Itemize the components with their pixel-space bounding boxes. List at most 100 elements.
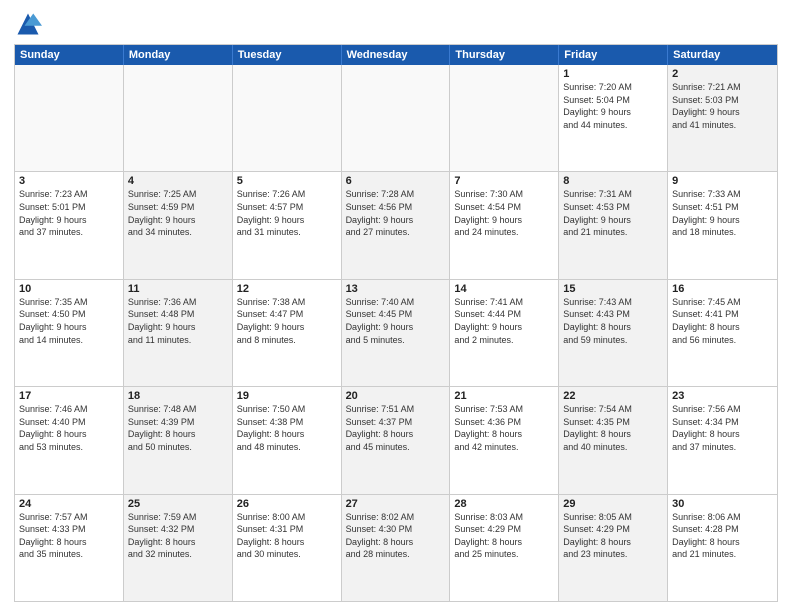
day-number: 4 (128, 175, 228, 187)
day-number: 7 (454, 175, 554, 187)
calendar-cell: 9Sunrise: 7:33 AM Sunset: 4:51 PM Daylig… (668, 172, 777, 278)
day-number: 20 (346, 390, 446, 402)
calendar-cell: 2Sunrise: 7:21 AM Sunset: 5:03 PM Daylig… (668, 65, 777, 171)
calendar-cell: 18Sunrise: 7:48 AM Sunset: 4:39 PM Dayli… (124, 387, 233, 493)
day-info: Sunrise: 7:23 AM Sunset: 5:01 PM Dayligh… (19, 188, 119, 238)
day-number: 15 (563, 283, 663, 295)
day-number: 26 (237, 498, 337, 510)
day-info: Sunrise: 7:45 AM Sunset: 4:41 PM Dayligh… (672, 296, 773, 346)
day-info: Sunrise: 8:05 AM Sunset: 4:29 PM Dayligh… (563, 511, 663, 561)
day-info: Sunrise: 8:06 AM Sunset: 4:28 PM Dayligh… (672, 511, 773, 561)
calendar-cell: 6Sunrise: 7:28 AM Sunset: 4:56 PM Daylig… (342, 172, 451, 278)
calendar-cell (450, 65, 559, 171)
calendar-cell: 5Sunrise: 7:26 AM Sunset: 4:57 PM Daylig… (233, 172, 342, 278)
day-info: Sunrise: 7:41 AM Sunset: 4:44 PM Dayligh… (454, 296, 554, 346)
day-number: 18 (128, 390, 228, 402)
day-info: Sunrise: 7:51 AM Sunset: 4:37 PM Dayligh… (346, 403, 446, 453)
calendar-cell (233, 65, 342, 171)
day-number: 12 (237, 283, 337, 295)
day-info: Sunrise: 7:36 AM Sunset: 4:48 PM Dayligh… (128, 296, 228, 346)
logo (14, 10, 46, 38)
calendar-cell: 25Sunrise: 7:59 AM Sunset: 4:32 PM Dayli… (124, 495, 233, 601)
day-info: Sunrise: 7:56 AM Sunset: 4:34 PM Dayligh… (672, 403, 773, 453)
calendar-cell: 17Sunrise: 7:46 AM Sunset: 4:40 PM Dayli… (15, 387, 124, 493)
calendar-cell (124, 65, 233, 171)
weekday-header: Wednesday (342, 45, 451, 65)
day-number: 1 (563, 68, 663, 80)
calendar-cell: 27Sunrise: 8:02 AM Sunset: 4:30 PM Dayli… (342, 495, 451, 601)
day-number: 24 (19, 498, 119, 510)
day-info: Sunrise: 7:59 AM Sunset: 4:32 PM Dayligh… (128, 511, 228, 561)
day-number: 14 (454, 283, 554, 295)
day-number: 25 (128, 498, 228, 510)
calendar-row: 1Sunrise: 7:20 AM Sunset: 5:04 PM Daylig… (15, 65, 777, 172)
weekday-header: Tuesday (233, 45, 342, 65)
calendar-cell: 24Sunrise: 7:57 AM Sunset: 4:33 PM Dayli… (15, 495, 124, 601)
calendar-cell: 8Sunrise: 7:31 AM Sunset: 4:53 PM Daylig… (559, 172, 668, 278)
day-number: 2 (672, 68, 773, 80)
calendar-cell: 13Sunrise: 7:40 AM Sunset: 4:45 PM Dayli… (342, 280, 451, 386)
calendar-cell: 16Sunrise: 7:45 AM Sunset: 4:41 PM Dayli… (668, 280, 777, 386)
day-number: 30 (672, 498, 773, 510)
day-info: Sunrise: 8:00 AM Sunset: 4:31 PM Dayligh… (237, 511, 337, 561)
day-info: Sunrise: 7:57 AM Sunset: 4:33 PM Dayligh… (19, 511, 119, 561)
day-info: Sunrise: 7:40 AM Sunset: 4:45 PM Dayligh… (346, 296, 446, 346)
calendar-cell: 19Sunrise: 7:50 AM Sunset: 4:38 PM Dayli… (233, 387, 342, 493)
weekday-header: Friday (559, 45, 668, 65)
calendar-cell: 14Sunrise: 7:41 AM Sunset: 4:44 PM Dayli… (450, 280, 559, 386)
calendar-cell: 4Sunrise: 7:25 AM Sunset: 4:59 PM Daylig… (124, 172, 233, 278)
calendar-cell: 11Sunrise: 7:36 AM Sunset: 4:48 PM Dayli… (124, 280, 233, 386)
calendar-cell (342, 65, 451, 171)
calendar-body: 1Sunrise: 7:20 AM Sunset: 5:04 PM Daylig… (15, 65, 777, 601)
weekday-header: Sunday (15, 45, 124, 65)
day-info: Sunrise: 7:26 AM Sunset: 4:57 PM Dayligh… (237, 188, 337, 238)
day-info: Sunrise: 7:53 AM Sunset: 4:36 PM Dayligh… (454, 403, 554, 453)
day-number: 21 (454, 390, 554, 402)
day-number: 5 (237, 175, 337, 187)
calendar-cell: 12Sunrise: 7:38 AM Sunset: 4:47 PM Dayli… (233, 280, 342, 386)
day-info: Sunrise: 7:21 AM Sunset: 5:03 PM Dayligh… (672, 81, 773, 131)
day-info: Sunrise: 7:48 AM Sunset: 4:39 PM Dayligh… (128, 403, 228, 453)
page-header (14, 10, 778, 38)
day-info: Sunrise: 7:50 AM Sunset: 4:38 PM Dayligh… (237, 403, 337, 453)
calendar-header: SundayMondayTuesdayWednesdayThursdayFrid… (15, 45, 777, 65)
day-info: Sunrise: 8:02 AM Sunset: 4:30 PM Dayligh… (346, 511, 446, 561)
day-info: Sunrise: 7:20 AM Sunset: 5:04 PM Dayligh… (563, 81, 663, 131)
day-number: 28 (454, 498, 554, 510)
calendar-cell: 15Sunrise: 7:43 AM Sunset: 4:43 PM Dayli… (559, 280, 668, 386)
day-info: Sunrise: 7:38 AM Sunset: 4:47 PM Dayligh… (237, 296, 337, 346)
day-number: 13 (346, 283, 446, 295)
day-info: Sunrise: 7:31 AM Sunset: 4:53 PM Dayligh… (563, 188, 663, 238)
day-number: 9 (672, 175, 773, 187)
calendar-row: 17Sunrise: 7:46 AM Sunset: 4:40 PM Dayli… (15, 387, 777, 494)
calendar-cell: 7Sunrise: 7:30 AM Sunset: 4:54 PM Daylig… (450, 172, 559, 278)
calendar-cell: 28Sunrise: 8:03 AM Sunset: 4:29 PM Dayli… (450, 495, 559, 601)
day-number: 29 (563, 498, 663, 510)
calendar-cell: 22Sunrise: 7:54 AM Sunset: 4:35 PM Dayli… (559, 387, 668, 493)
day-number: 27 (346, 498, 446, 510)
day-number: 23 (672, 390, 773, 402)
day-info: Sunrise: 7:35 AM Sunset: 4:50 PM Dayligh… (19, 296, 119, 346)
calendar-cell: 30Sunrise: 8:06 AM Sunset: 4:28 PM Dayli… (668, 495, 777, 601)
calendar: SundayMondayTuesdayWednesdayThursdayFrid… (14, 44, 778, 602)
day-number: 6 (346, 175, 446, 187)
day-info: Sunrise: 7:43 AM Sunset: 4:43 PM Dayligh… (563, 296, 663, 346)
calendar-cell: 26Sunrise: 8:00 AM Sunset: 4:31 PM Dayli… (233, 495, 342, 601)
day-number: 22 (563, 390, 663, 402)
calendar-cell: 3Sunrise: 7:23 AM Sunset: 5:01 PM Daylig… (15, 172, 124, 278)
weekday-header: Monday (124, 45, 233, 65)
day-number: 17 (19, 390, 119, 402)
calendar-cell: 10Sunrise: 7:35 AM Sunset: 4:50 PM Dayli… (15, 280, 124, 386)
day-info: Sunrise: 7:25 AM Sunset: 4:59 PM Dayligh… (128, 188, 228, 238)
weekday-header: Thursday (450, 45, 559, 65)
calendar-cell: 29Sunrise: 8:05 AM Sunset: 4:29 PM Dayli… (559, 495, 668, 601)
calendar-row: 3Sunrise: 7:23 AM Sunset: 5:01 PM Daylig… (15, 172, 777, 279)
day-info: Sunrise: 7:33 AM Sunset: 4:51 PM Dayligh… (672, 188, 773, 238)
logo-icon (14, 10, 42, 38)
day-info: Sunrise: 7:30 AM Sunset: 4:54 PM Dayligh… (454, 188, 554, 238)
day-info: Sunrise: 7:28 AM Sunset: 4:56 PM Dayligh… (346, 188, 446, 238)
day-number: 10 (19, 283, 119, 295)
calendar-row: 24Sunrise: 7:57 AM Sunset: 4:33 PM Dayli… (15, 495, 777, 601)
calendar-cell: 1Sunrise: 7:20 AM Sunset: 5:04 PM Daylig… (559, 65, 668, 171)
day-info: Sunrise: 8:03 AM Sunset: 4:29 PM Dayligh… (454, 511, 554, 561)
